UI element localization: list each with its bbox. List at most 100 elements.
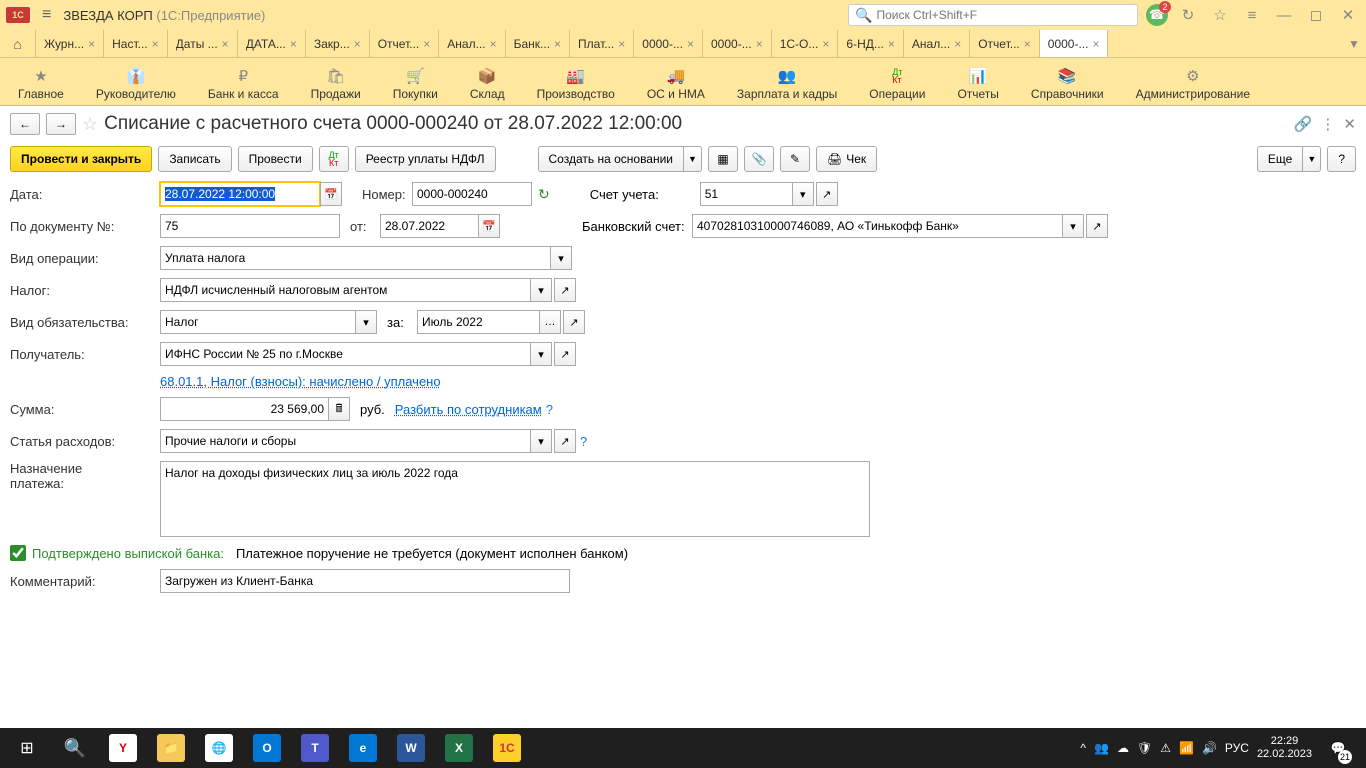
chevron-down-icon[interactable]: ▾ bbox=[792, 182, 814, 206]
tab-close-icon[interactable]: × bbox=[88, 37, 95, 51]
tab-close-icon[interactable]: × bbox=[290, 37, 297, 51]
tab[interactable]: 0000-...× bbox=[703, 30, 772, 57]
chevron-down-icon[interactable]: ▾ bbox=[530, 342, 552, 366]
tab[interactable]: Плат...× bbox=[570, 30, 634, 57]
za-input[interactable] bbox=[417, 310, 539, 334]
docnum-input[interactable] bbox=[160, 214, 340, 238]
tab[interactable]: Даты ...× bbox=[168, 30, 238, 57]
yandex-icon[interactable]: Y bbox=[100, 728, 146, 768]
calc-icon[interactable]: 🖩 bbox=[328, 397, 350, 421]
save-close-button[interactable]: Провести и закрыть bbox=[10, 146, 152, 172]
calendar-icon[interactable]: 📅 bbox=[478, 214, 500, 238]
bank-account-input[interactable] bbox=[692, 214, 1062, 238]
open-icon[interactable]: ↗ bbox=[816, 182, 838, 206]
explorer-icon[interactable]: 📁 bbox=[148, 728, 194, 768]
tab-close-icon[interactable]: × bbox=[618, 37, 625, 51]
menu-icon[interactable]: ≡ bbox=[38, 6, 55, 24]
tray-wifi-icon[interactable]: 📶 bbox=[1179, 741, 1194, 755]
confirmed-label[interactable]: Подтверждено выпиской банка: bbox=[32, 546, 224, 561]
obligation-input[interactable] bbox=[160, 310, 355, 334]
tray-warning-icon[interactable]: ⚠ bbox=[1160, 741, 1171, 755]
ellipsis-icon[interactable]: … bbox=[539, 310, 561, 334]
tab-close-icon[interactable]: × bbox=[354, 37, 361, 51]
write-button[interactable]: Записать bbox=[158, 146, 231, 172]
nav-item[interactable]: ₽Банк и касса bbox=[202, 63, 285, 105]
nav-item[interactable]: 👔Руководителю bbox=[90, 63, 182, 105]
nav-item[interactable]: 🛍Продажи bbox=[305, 63, 367, 105]
tab[interactable]: Банк...× bbox=[506, 30, 570, 57]
expense-input[interactable] bbox=[160, 429, 530, 453]
maximize-icon[interactable]: ◻ bbox=[1304, 3, 1328, 27]
home-tab[interactable]: ⌂ bbox=[0, 30, 36, 57]
close-doc-icon[interactable]: ✕ bbox=[1343, 115, 1356, 133]
tab-close-icon[interactable]: × bbox=[554, 37, 561, 51]
tray-security-icon[interactable]: 🛡 bbox=[1137, 741, 1152, 755]
tab[interactable]: Закр...× bbox=[306, 30, 370, 57]
search-input[interactable] bbox=[876, 8, 1131, 22]
clock[interactable]: 22:29 22.02.2023 bbox=[1257, 735, 1312, 761]
comment-input[interactable] bbox=[160, 569, 570, 593]
chevron-down-icon[interactable]: ▾ bbox=[355, 310, 377, 334]
tab[interactable]: Анал...× bbox=[439, 30, 505, 57]
tray-onedrive-icon[interactable]: ☁ bbox=[1117, 741, 1129, 755]
close-icon[interactable]: ✕ bbox=[1336, 3, 1360, 27]
tray-teams-icon[interactable]: 👥 bbox=[1094, 741, 1109, 755]
purpose-textarea[interactable]: Налог на доходы физических лиц за июль 2… bbox=[160, 461, 870, 537]
tab-close-icon[interactable]: × bbox=[152, 37, 159, 51]
recipient-input[interactable] bbox=[160, 342, 530, 366]
chevron-down-icon[interactable]: ▼ bbox=[1303, 146, 1321, 172]
outlook-icon[interactable]: O bbox=[244, 728, 290, 768]
edit-button[interactable]: ✎ bbox=[780, 146, 810, 172]
tab-close-icon[interactable]: × bbox=[222, 37, 229, 51]
tab[interactable]: Наст...× bbox=[104, 30, 168, 57]
ot-input[interactable] bbox=[380, 214, 478, 238]
tab[interactable]: Анал...× bbox=[904, 30, 970, 57]
tab[interactable]: 6-НД...× bbox=[838, 30, 903, 57]
nav-item[interactable]: ⚙Администрирование bbox=[1130, 63, 1256, 105]
tab-close-icon[interactable]: × bbox=[423, 37, 430, 51]
search-button[interactable]: 🔍 bbox=[52, 728, 98, 768]
link-icon[interactable]: 🔗 bbox=[1294, 115, 1313, 133]
action-center-icon[interactable]: 💬21 bbox=[1320, 728, 1356, 768]
post-button[interactable]: Провести bbox=[238, 146, 313, 172]
tax-input[interactable] bbox=[160, 278, 530, 302]
check-button[interactable]: 🖨Чек bbox=[816, 146, 877, 172]
tab-close-icon[interactable]: × bbox=[756, 37, 763, 51]
chevron-down-icon[interactable]: ▾ bbox=[550, 246, 572, 270]
word-icon[interactable]: W bbox=[388, 728, 434, 768]
account-input[interactable] bbox=[700, 182, 792, 206]
refresh-icon[interactable]: ↻ bbox=[538, 186, 550, 203]
amount-input[interactable] bbox=[160, 397, 328, 421]
chevron-down-icon[interactable]: ▾ bbox=[530, 429, 552, 453]
tab[interactable]: 1С-О...× bbox=[772, 30, 839, 57]
tab[interactable]: 0000-...× bbox=[634, 30, 703, 57]
chrome-icon[interactable]: 🌐 bbox=[196, 728, 242, 768]
filter-icon[interactable]: ≡ bbox=[1240, 3, 1264, 27]
confirmed-checkbox[interactable] bbox=[10, 545, 26, 561]
split-link[interactable]: Разбить по сотрудникам bbox=[395, 402, 542, 417]
open-icon[interactable]: ↗ bbox=[554, 278, 576, 302]
nav-item[interactable]: 📚Справочники bbox=[1025, 63, 1110, 105]
tab-close-icon[interactable]: × bbox=[954, 37, 961, 51]
help-icon[interactable]: ? bbox=[546, 402, 553, 417]
tab[interactable]: 0000-...× bbox=[1040, 30, 1109, 57]
tray-lang[interactable]: РУС bbox=[1225, 741, 1249, 755]
more-icon[interactable]: ⋮ bbox=[1320, 115, 1335, 133]
nav-item[interactable]: 📦Склад bbox=[464, 63, 511, 105]
tab-close-icon[interactable]: × bbox=[1024, 37, 1031, 51]
tab-close-icon[interactable]: × bbox=[888, 37, 895, 51]
dtkt-button[interactable]: ДтКт bbox=[319, 146, 349, 172]
search-box[interactable]: 🔍 bbox=[848, 4, 1138, 26]
chevron-down-icon[interactable]: ▾ bbox=[1062, 214, 1084, 238]
nav-item[interactable]: 📊Отчеты bbox=[951, 63, 1004, 105]
open-icon[interactable]: ↗ bbox=[563, 310, 585, 334]
open-icon[interactable]: ↗ bbox=[1086, 214, 1108, 238]
structure-button[interactable]: ▦ bbox=[708, 146, 738, 172]
tab[interactable]: Отчет...× bbox=[970, 30, 1040, 57]
nav-item[interactable]: 🚚ОС и НМА bbox=[641, 63, 711, 105]
minimize-icon[interactable]: — bbox=[1272, 3, 1296, 27]
tab[interactable]: Журн...× bbox=[36, 30, 104, 57]
open-icon[interactable]: ↗ bbox=[554, 342, 576, 366]
ndfl-registry-button[interactable]: Реестр уплаты НДФЛ bbox=[355, 146, 496, 172]
tab-close-icon[interactable]: × bbox=[1092, 37, 1099, 51]
